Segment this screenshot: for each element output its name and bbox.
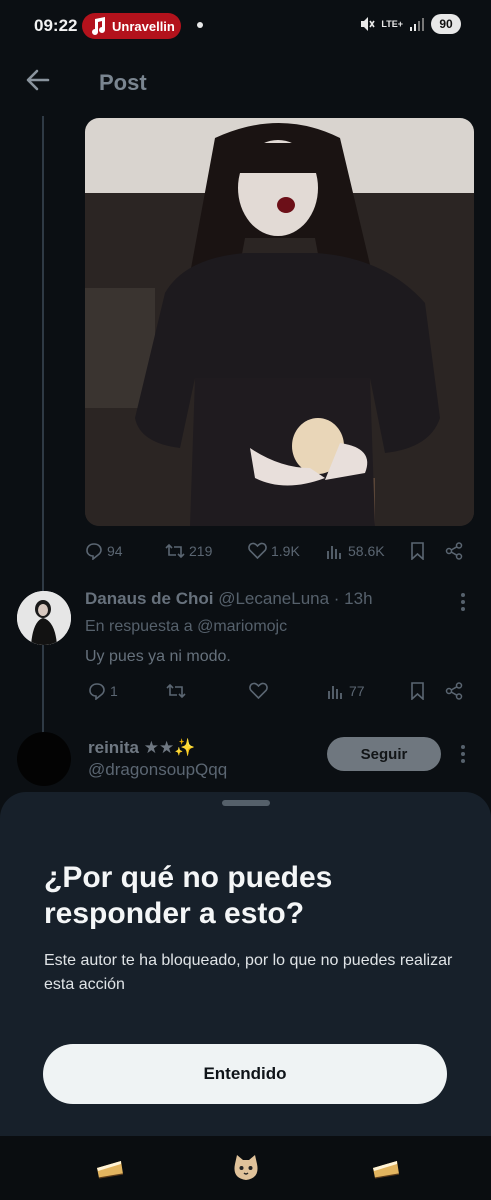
- reply-views-action[interactable]: 77: [327, 682, 365, 700]
- bookmark-icon[interactable]: [410, 542, 425, 560]
- replying-to-label[interactable]: En respuesta a @mariomojc: [85, 618, 287, 636]
- repost-count: 219: [189, 543, 213, 559]
- reply-author-avatar[interactable]: [17, 591, 71, 645]
- views-count: 58.6K: [348, 543, 385, 559]
- reply-icon: [86, 543, 102, 560]
- signal-icon: [410, 18, 424, 31]
- reply-author-name[interactable]: Danaus de Choi: [85, 589, 213, 608]
- views-action[interactable]: 58.6K: [326, 542, 385, 560]
- notification-dot: [197, 22, 203, 28]
- status-bar: 09:22 Unravellin LTE+ 90: [0, 0, 491, 52]
- reply-reply-count: 1: [110, 683, 118, 699]
- cat-face-icon[interactable]: [230, 1152, 262, 1184]
- avatar-photo: [17, 591, 71, 645]
- sheet-grabber[interactable]: [222, 800, 270, 806]
- video-frame-illustration: [85, 118, 474, 526]
- reply-icon: [89, 683, 105, 700]
- share-icon[interactable]: [445, 682, 463, 700]
- post-media-image[interactable]: [85, 118, 474, 526]
- sheet-title: ¿Por qué no puedes responder a esto?: [44, 861, 333, 930]
- reply-views-count: 77: [349, 683, 365, 699]
- share-icon[interactable]: [445, 542, 463, 560]
- reply-text: Uy pues ya ni modo.: [85, 648, 231, 665]
- heart-icon[interactable]: [249, 682, 268, 699]
- mute-icon: [361, 17, 376, 31]
- suggested-account-avatar[interactable]: [17, 732, 71, 786]
- repost-icon: [165, 543, 185, 559]
- battery-indicator: 90: [431, 14, 461, 34]
- suggested-account-name[interactable]: reinita ★★✨: [88, 738, 195, 758]
- reply-action[interactable]: 94: [85, 542, 123, 560]
- music-note-icon: [92, 17, 105, 35]
- reply-count: 94: [107, 543, 123, 559]
- views-icon: [328, 686, 342, 699]
- heart-icon: [248, 542, 267, 559]
- reply-author-handle: @LecaneLuna · 13h: [218, 589, 373, 608]
- cake-slice-icon[interactable]: [370, 1152, 402, 1184]
- navigation-bar: [0, 1136, 491, 1200]
- music-indicator[interactable]: Unravellin: [82, 13, 181, 39]
- music-label: Unravellin: [112, 18, 175, 34]
- network-type: LTE+: [381, 18, 403, 29]
- sheet-body: Este autor te ha bloqueado, por lo que n…: [44, 952, 453, 993]
- cake-slice-icon[interactable]: [94, 1152, 126, 1184]
- repost-action[interactable]: 219: [165, 542, 212, 560]
- follow-button[interactable]: Seguir: [327, 737, 441, 771]
- reply-author-line: Danaus de Choi @LecaneLuna · 13h: [85, 589, 373, 609]
- page-title: Post: [99, 70, 147, 95]
- reply-more-menu-icon[interactable]: [461, 593, 465, 611]
- status-time: 09:22: [34, 16, 78, 35]
- suggested-account-handle: @dragonsoupQqq: [88, 760, 228, 779]
- post-header: Post: [0, 52, 491, 116]
- system-icons: LTE+ 90: [359, 14, 461, 34]
- like-action[interactable]: 1.9K: [248, 542, 300, 559]
- bookmark-icon[interactable]: [410, 682, 425, 700]
- understood-button[interactable]: Entendido: [43, 1044, 447, 1104]
- suggested-more-menu-icon[interactable]: [461, 745, 465, 763]
- reply-reply-action[interactable]: 1: [88, 682, 118, 700]
- views-icon: [327, 546, 341, 559]
- like-count: 1.9K: [271, 542, 300, 559]
- back-arrow-icon[interactable]: [24, 66, 52, 94]
- repost-icon[interactable]: [166, 682, 186, 700]
- blocked-info-sheet: ¿Por qué no puedes responder a esto? Est…: [0, 792, 491, 1136]
